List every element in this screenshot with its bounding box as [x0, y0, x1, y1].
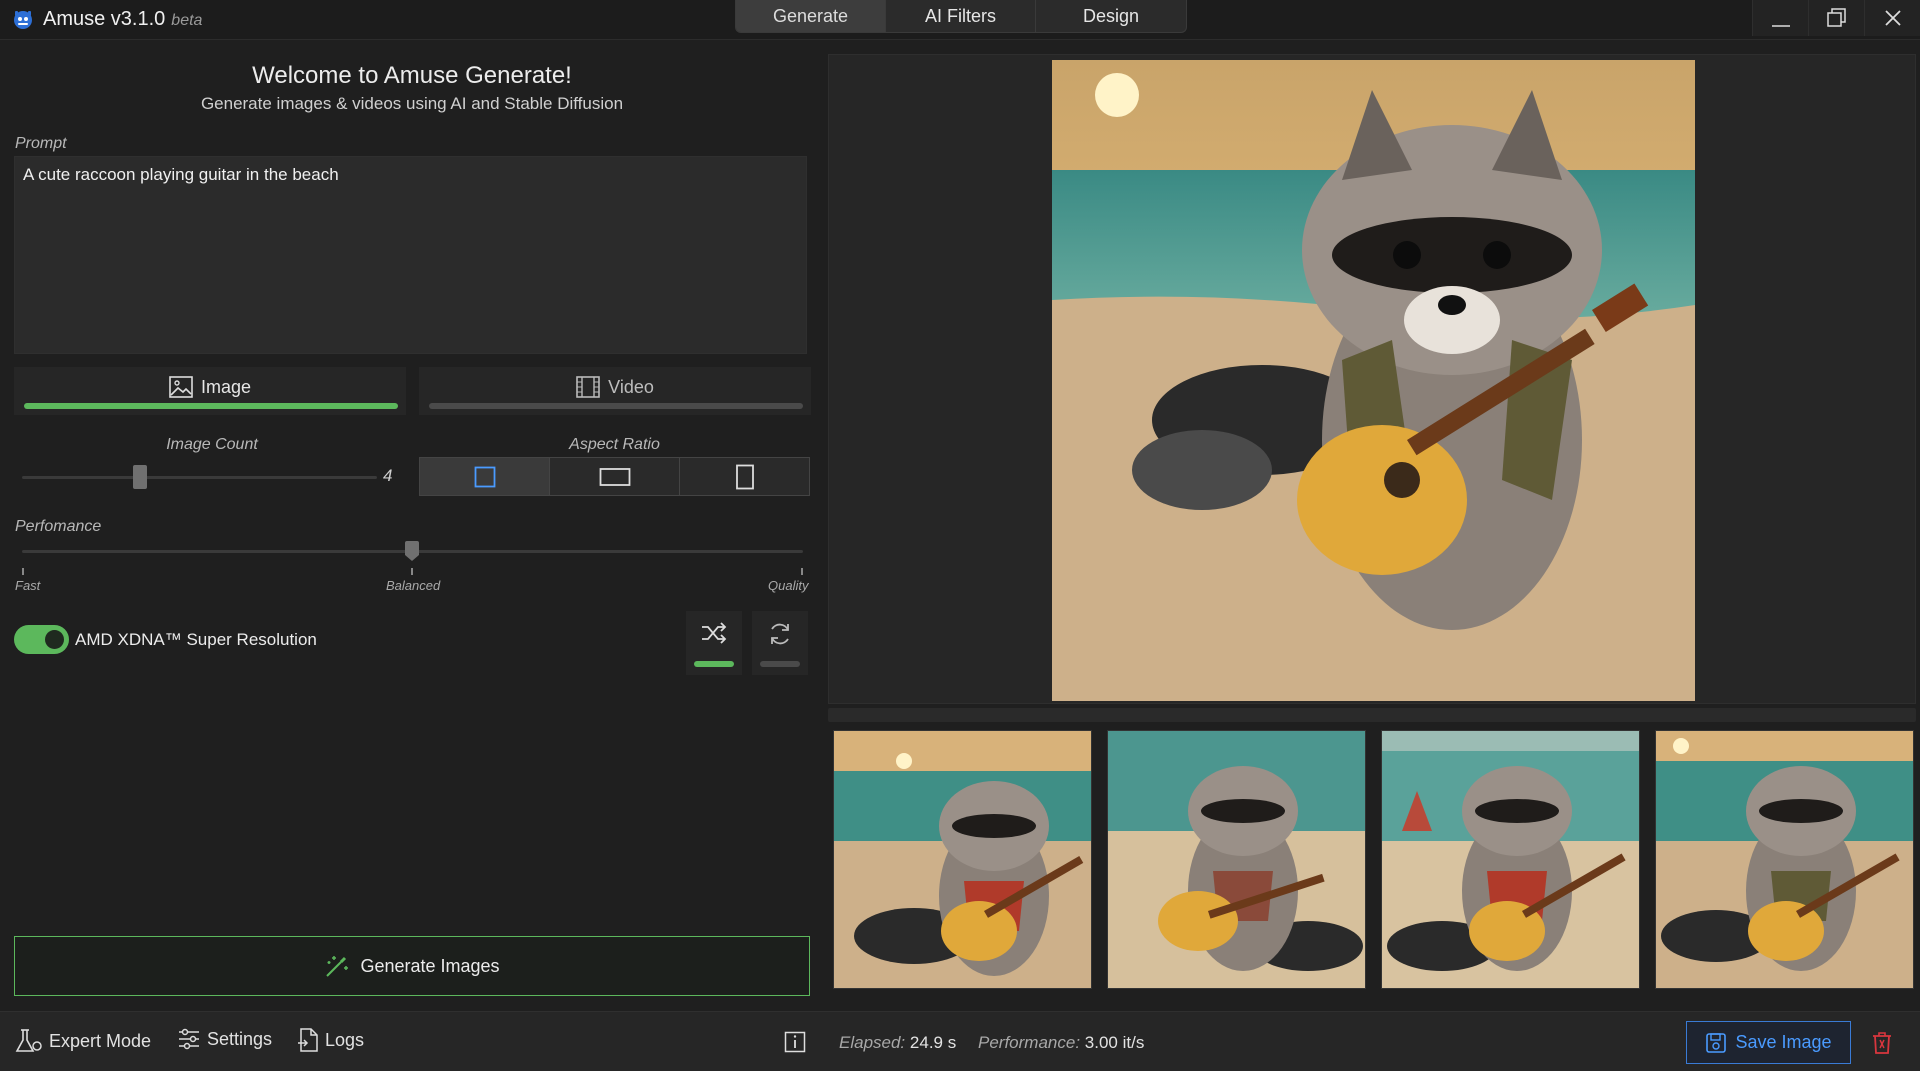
performance-thumb[interactable]	[405, 541, 419, 561]
image-preview-frame	[828, 54, 1916, 704]
tab-video[interactable]: Video	[419, 367, 811, 415]
performance-stat-label: Performance:	[978, 1033, 1081, 1052]
performance-stat: Performance: 3.00 it/s	[978, 1033, 1144, 1053]
raccoon-guitar-image	[1052, 60, 1695, 701]
status-bar: Expert Mode Settings Logs Elapsed: 24.9 …	[0, 1011, 1920, 1071]
random-seed-button[interactable]	[686, 611, 742, 675]
sliders-icon	[179, 1028, 199, 1050]
aspect-ratio-selector	[419, 457, 810, 496]
amuse-logo-icon	[14, 11, 32, 29]
reuse-seed-indicator	[760, 661, 800, 667]
generate-images-label: Generate Images	[360, 955, 500, 976]
info-icon	[784, 1031, 806, 1053]
app-window: Amuse v3.1.0 beta Generate AI Filters Des…	[0, 0, 1920, 1071]
logs-button[interactable]: Logs	[297, 1028, 364, 1052]
restore-button[interactable]	[1808, 0, 1864, 36]
thumbnail-3[interactable]	[1381, 730, 1640, 989]
shuffle-icon	[702, 622, 727, 644]
performance-tick-fast	[22, 568, 24, 575]
raccoon-thumbnail-2	[1108, 731, 1365, 988]
document-icon	[298, 1028, 318, 1052]
aspect-ratio-label: Aspect Ratio	[569, 436, 660, 453]
raccoon-thumbnail-3	[1382, 731, 1639, 988]
raccoon-thumbnail-4	[1656, 731, 1913, 988]
thumbnail-2[interactable]	[1107, 730, 1366, 989]
window-controls	[1752, 0, 1920, 36]
random-seed-indicator	[694, 661, 734, 667]
main-tabs: Generate AI Filters Design	[735, 0, 1187, 33]
image-icon	[169, 376, 193, 398]
prompt-label: Prompt	[15, 135, 67, 152]
tab-image[interactable]: Image	[14, 367, 406, 415]
beta-badge: beta	[171, 12, 203, 29]
close-icon	[1884, 10, 1901, 26]
expert-mode-button[interactable]: Expert Mode	[15, 1028, 151, 1054]
magic-wand-icon	[326, 956, 349, 977]
tab-image-indicator	[24, 403, 398, 409]
elapsed-time: Elapsed: 24.9 s	[839, 1033, 956, 1053]
flask-icon	[15, 1029, 42, 1052]
trash-icon	[1873, 1031, 1891, 1054]
tab-ai-filters[interactable]: AI Filters	[886, 0, 1036, 32]
delete-image-button[interactable]	[1853, 1021, 1911, 1064]
minimize-button[interactable]	[1752, 0, 1808, 36]
raccoon-thumbnail-1	[834, 731, 1091, 988]
tab-design[interactable]: Design	[1036, 0, 1186, 32]
image-count-label: Image Count	[166, 436, 258, 453]
generated-image-preview[interactable]	[1052, 60, 1695, 701]
thumbnail-1[interactable]	[833, 730, 1092, 989]
app-title: Amuse v3.1.0 beta	[43, 8, 203, 30]
super-resolution-toggle[interactable]	[14, 625, 69, 654]
welcome-subtitle: Generate images & videos using AI and St…	[200, 94, 624, 113]
save-image-button[interactable]: Save Image	[1686, 1021, 1851, 1064]
super-resolution-label: AMD XDNA™ Super Resolution	[75, 630, 317, 649]
image-count-track[interactable]	[22, 476, 377, 479]
save-image-label: Save Image	[1735, 1032, 1832, 1052]
minimize-icon	[1771, 25, 1790, 27]
performance-balanced-label: Balanced	[386, 578, 441, 593]
square-icon	[474, 466, 495, 487]
prompt-input[interactable]: A cute raccoon playing guitar in the bea…	[14, 156, 807, 354]
portrait-icon	[735, 464, 754, 489]
tab-generate[interactable]: Generate	[736, 0, 886, 32]
output-panel	[828, 54, 1916, 1007]
tab-video-label: Video	[608, 376, 654, 397]
film-icon	[576, 376, 600, 398]
settings-button[interactable]: Settings	[177, 1028, 272, 1050]
title-bar: Amuse v3.1.0 beta Generate AI Filters Des…	[0, 0, 1920, 40]
elapsed-label: Elapsed:	[839, 1033, 906, 1052]
save-icon	[1706, 1032, 1727, 1053]
close-button[interactable]	[1864, 0, 1920, 36]
welcome-title: Welcome to Amuse Generate!	[252, 62, 572, 89]
aspect-square-button[interactable]	[420, 458, 550, 495]
performance-label: Perfomance	[15, 518, 102, 535]
thumbnail-strip	[828, 730, 1916, 998]
image-count-value: 4	[383, 466, 393, 485]
generate-settings-panel: Welcome to Amuse Generate! Generate imag…	[0, 41, 824, 1009]
performance-fast-label: Fast	[15, 578, 41, 593]
performance-stat-value: 3.00 it/s	[1084, 1033, 1145, 1052]
landscape-icon	[599, 467, 630, 486]
performance-tick-quality	[801, 568, 803, 575]
performance-quality-label: Quality	[768, 578, 809, 593]
aspect-landscape-button[interactable]	[550, 458, 680, 495]
generate-images-button[interactable]: Generate Images	[14, 936, 810, 996]
info-button[interactable]	[784, 1031, 806, 1053]
logs-label: Logs	[325, 1029, 365, 1050]
refresh-icon	[771, 623, 789, 645]
performance-tick-balanced	[411, 568, 413, 575]
tab-image-label: Image	[200, 376, 252, 397]
thumbnail-scrollbar[interactable]	[828, 708, 1916, 722]
aspect-portrait-button[interactable]	[680, 458, 809, 495]
expert-mode-label: Expert Mode	[49, 1030, 152, 1051]
toggle-knob	[45, 630, 64, 649]
tab-video-indicator	[429, 403, 803, 409]
thumbnail-4[interactable]	[1655, 730, 1914, 989]
settings-label: Settings	[207, 1028, 273, 1049]
restore-icon	[1826, 8, 1846, 27]
reuse-seed-button[interactable]	[752, 611, 808, 675]
image-count-thumb[interactable]	[133, 465, 147, 489]
elapsed-value: 24.9 s	[909, 1033, 957, 1052]
